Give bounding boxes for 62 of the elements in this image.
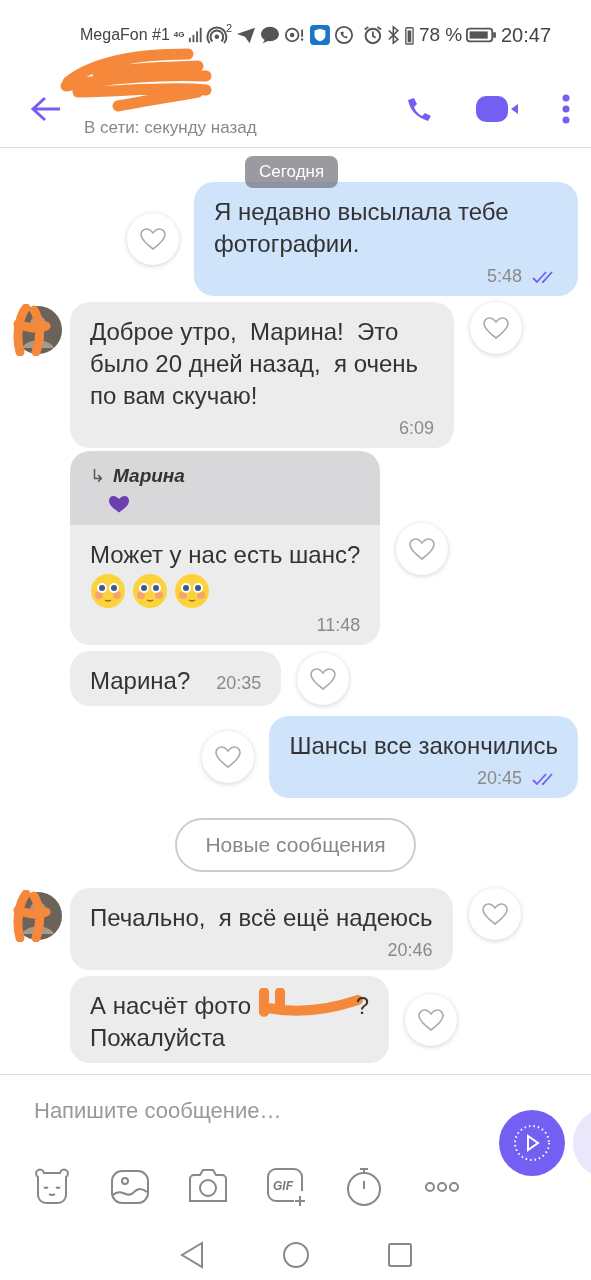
date-badge: Сегодня (245, 156, 339, 188)
message-time: 20:35 (216, 672, 262, 694)
pleading-emoji-icon (90, 573, 126, 609)
play-icon (512, 1123, 552, 1163)
message-time: 11:48 (316, 615, 361, 636)
back-icon[interactable] (30, 94, 62, 123)
pleading-emoji-icon (174, 573, 210, 609)
message-text: Марина? (90, 666, 191, 696)
message-text: Может у нас есть шанс? (90, 540, 361, 570)
home-nav-icon[interactable] (281, 1241, 310, 1269)
message-input[interactable]: Напишите сообщение… (32, 1097, 456, 1125)
shield-app-icon (309, 24, 330, 46)
carrier-name: MegaFon #1 (80, 26, 170, 44)
new-messages-button[interactable]: Новые сообщения (175, 818, 416, 872)
signal-icon (187, 26, 203, 44)
camera-dot-icon (284, 25, 306, 45)
like-button[interactable] (297, 652, 350, 705)
message-time: 6:09 (398, 418, 434, 439)
heart-icon (214, 745, 243, 769)
message-text: А насчёт фото ? Пожалуйста (90, 990, 370, 1054)
message-text: Печально, я всё ещё надеюсь (90, 903, 433, 933)
gallery-icon[interactable] (110, 1167, 150, 1207)
hotspot-count: 2 (226, 22, 233, 34)
heart-icon (139, 227, 167, 251)
like-button[interactable] (470, 302, 522, 354)
battery-percent: 78 % (418, 24, 463, 46)
like-button[interactable] (405, 993, 458, 1046)
heart-icon (108, 495, 130, 513)
like-button[interactable] (127, 213, 179, 265)
message-time: 20:46 (387, 940, 433, 961)
heart-icon (480, 902, 509, 926)
reply-author: Марина (113, 465, 185, 486)
like-button[interactable] (202, 731, 255, 783)
message-text: Я недавно высылала тебе фотографии. (214, 197, 510, 259)
heart-icon (482, 316, 510, 340)
heart-icon (309, 666, 338, 691)
message-text: Шансы все закончились (289, 731, 558, 761)
clock-time: 20:47 (500, 23, 552, 47)
message-time: 20:45 (476, 768, 522, 789)
like-button[interactable] (468, 888, 521, 940)
heart-icon (417, 1007, 446, 1032)
reply-arrow: ↳ (90, 466, 105, 486)
recents-nav-icon[interactable] (386, 1242, 413, 1268)
heart-icon (408, 537, 437, 561)
presence-status: В сети: секунду назад (84, 117, 258, 138)
battery-icon (466, 26, 497, 44)
timer-icon[interactable] (344, 1167, 384, 1207)
paper-plane-icon (236, 25, 257, 45)
sticker-bear-icon[interactable] (32, 1167, 72, 1207)
chat-bubble-icon (260, 25, 281, 45)
like-button[interactable] (396, 523, 449, 575)
message-text: Доброе утро, Марина! Это было 20 дней назад, я очень по вам скучаю! (90, 317, 420, 411)
back-nav-icon[interactable] (178, 1241, 205, 1269)
more-icon[interactable] (561, 93, 571, 124)
bluetooth-icon (387, 24, 400, 46)
message-time: 5:48 (486, 266, 522, 287)
phone-bubble-icon (333, 24, 354, 46)
network-type: 4G (173, 31, 184, 39)
video-camera-icon[interactable] (475, 93, 519, 124)
pleading-emoji-icon (132, 573, 168, 609)
headset-battery-icon (404, 24, 415, 46)
gif-button[interactable]: GIF (266, 1167, 306, 1207)
